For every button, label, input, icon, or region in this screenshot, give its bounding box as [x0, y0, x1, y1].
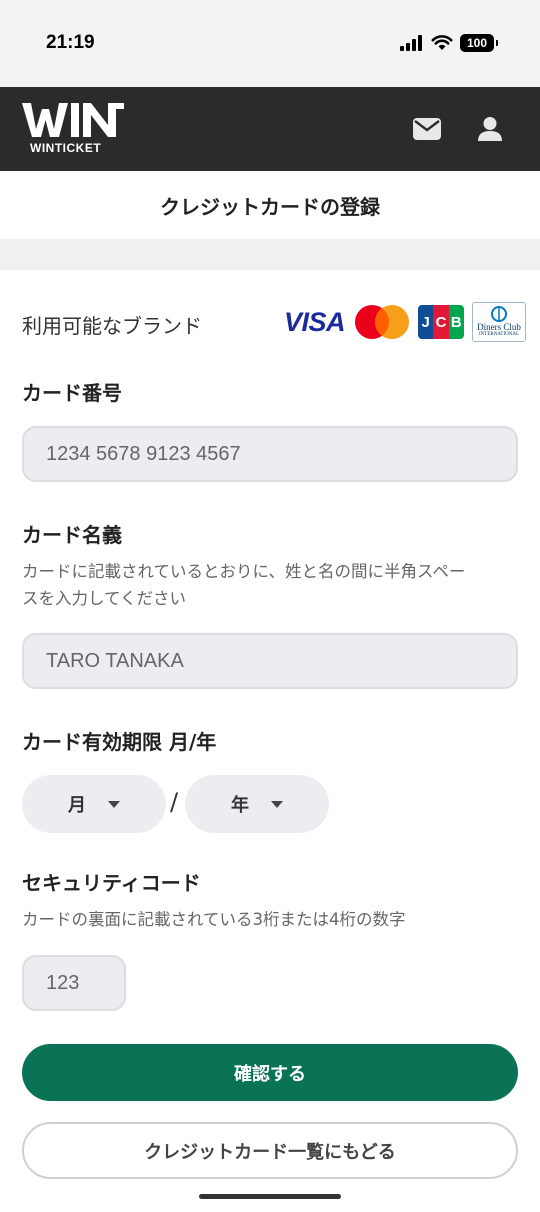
diners-line1: Diners Club [477, 322, 521, 332]
wifi-icon [431, 35, 453, 50]
section-divider [0, 239, 540, 270]
card-name-helper-line1: カードに記載されているとおりに、姓と名の間に半角スペー [22, 562, 466, 581]
jcb-letter-b: B [448, 305, 464, 339]
chevron-down-icon [271, 800, 283, 808]
security-code-label: セキュリティコード [22, 871, 201, 895]
back-to-card-list-button[interactable]: クレジットカード一覧にもどる [22, 1122, 518, 1179]
page-title-bar: クレジットカードの登録 [0, 171, 540, 239]
expiry-month-value: 月 [68, 795, 86, 816]
signal-icon [400, 35, 422, 51]
status-time: 21:19 [46, 32, 95, 53]
brands-label: 利用可能なブランド [22, 314, 202, 338]
card-name-helper-line2: スを入力してください [22, 589, 187, 608]
expiry-year-select[interactable]: 年 [185, 775, 329, 833]
user-icon [478, 117, 502, 141]
card-number-input[interactable]: 1234 5678 9123 4567 [22, 426, 518, 482]
mail-button[interactable] [411, 113, 443, 145]
expiry-month-select[interactable]: 月 [22, 775, 166, 833]
logo-subtext: WINTICKET [30, 141, 102, 155]
card-name-label: カード名義 [22, 523, 122, 547]
diners-club-logo: Diners Club INTERNATIONAL [472, 302, 526, 342]
jcb-letter-c: C [433, 305, 449, 339]
expiry-year-value: 年 [231, 795, 249, 816]
mastercard-logo [355, 305, 409, 339]
expiry-label: カード有効期限 月/年 [22, 730, 217, 754]
brand-logos: VISA J C B Diners Club INTERNATIONAL [284, 302, 526, 342]
diners-line2: INTERNATIONAL [479, 332, 519, 337]
confirm-button[interactable]: 確認する [22, 1044, 518, 1101]
status-icons: 100 [400, 34, 498, 52]
mail-icon [413, 118, 441, 140]
home-indicator [199, 1194, 341, 1199]
expiry-separator: / [170, 788, 179, 816]
security-code-input[interactable]: 123 [22, 955, 126, 1011]
card-name-input[interactable]: TARO TANAKA [22, 633, 518, 689]
diners-circle-icon [491, 306, 507, 322]
status-bar: 21:19 100 [0, 0, 540, 87]
chevron-down-icon [108, 800, 120, 808]
page-title: クレジットカードの登録 [160, 194, 380, 219]
visa-logo: VISA [284, 306, 346, 337]
account-button[interactable] [474, 113, 506, 145]
jcb-logo: J C B [418, 305, 464, 339]
battery-icon: 100 [460, 34, 498, 52]
app-header: WINTICKET [0, 87, 540, 171]
card-number-label: カード番号 [22, 381, 122, 405]
jcb-letter-j: J [418, 305, 434, 339]
security-code-helper: カードの裏面に記載されている3桁または4桁の数字 [22, 910, 406, 929]
